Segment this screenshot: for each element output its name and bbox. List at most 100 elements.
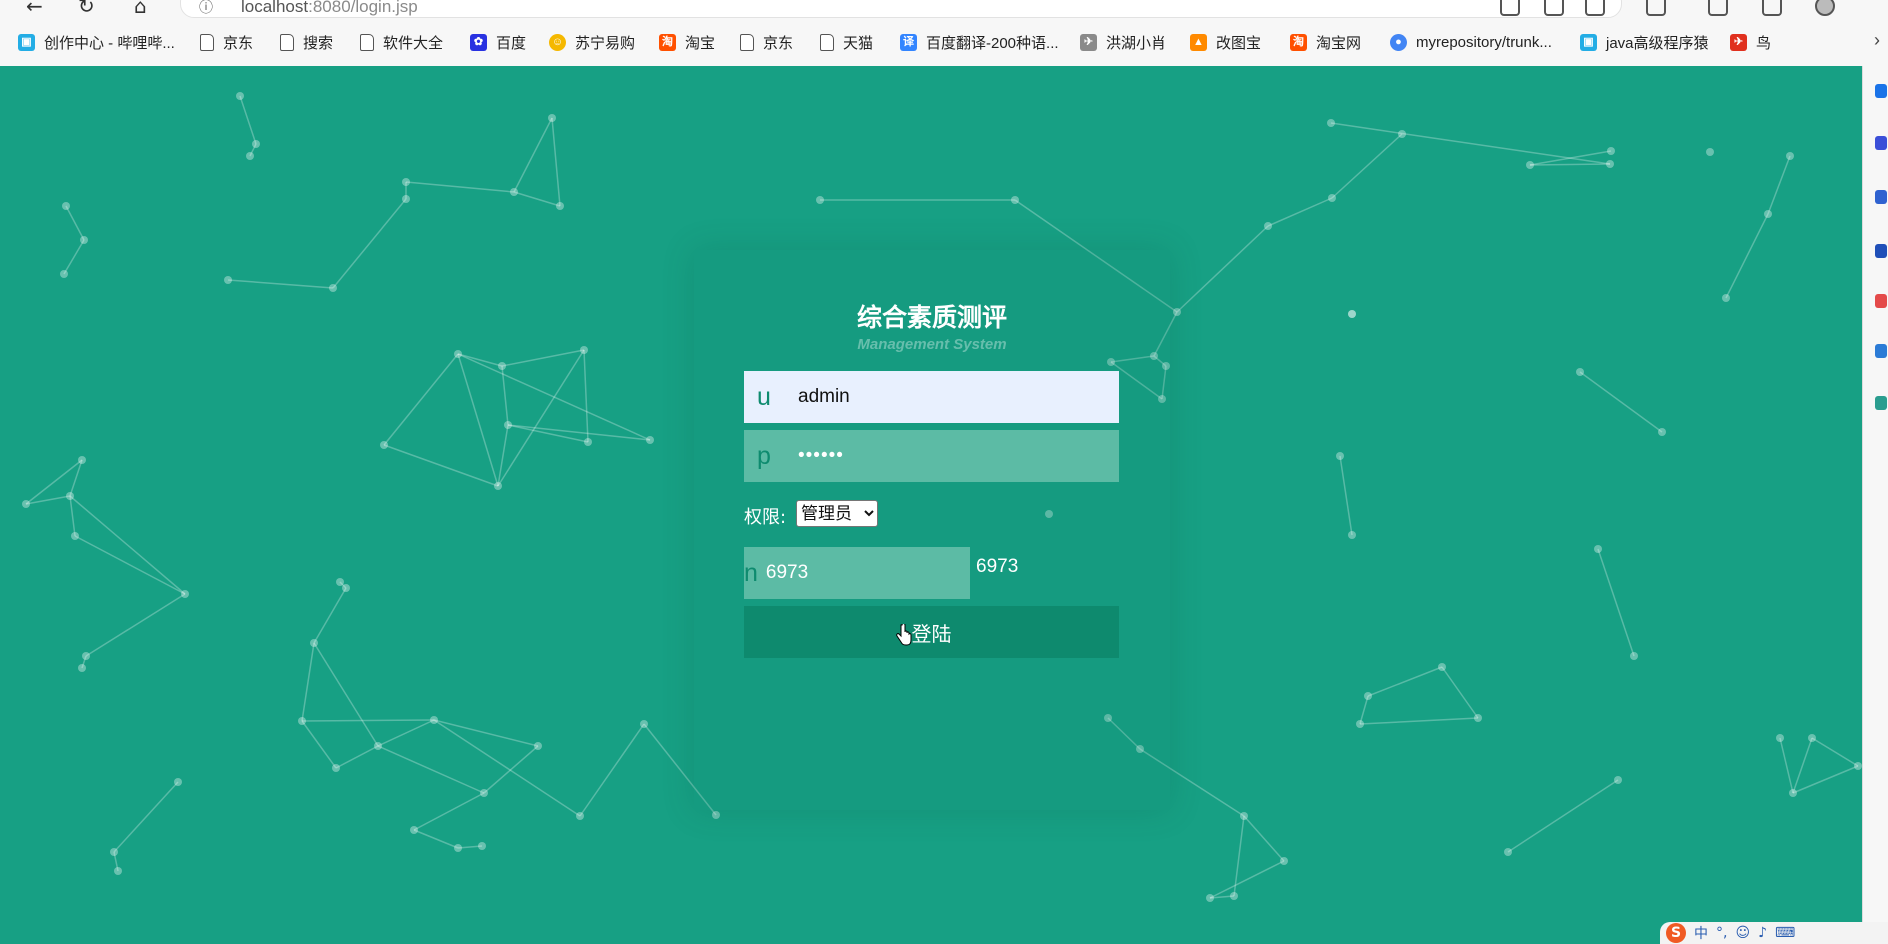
ime-emoji-icon[interactable]: ☺ (1735, 925, 1750, 941)
profile-avatar[interactable] (1815, 0, 1835, 16)
bookmark-suning[interactable]: ☺ 苏宁易购 (549, 32, 635, 52)
address-bar[interactable]: ⓘ localhost:8080/login.jsp (180, 0, 1622, 18)
site-info-icon[interactable]: ⓘ (199, 0, 213, 17)
network-link (313, 587, 347, 644)
network-node (1328, 194, 1336, 202)
bookmark-myrepository[interactable]: ● myrepository/trunk... (1390, 32, 1552, 52)
network-node (22, 500, 30, 508)
captcha-code[interactable]: 6973 (976, 556, 1018, 578)
network-node (1173, 308, 1181, 316)
login-button[interactable]: 登陆 (744, 606, 1119, 658)
extensions-icon[interactable] (1646, 0, 1666, 16)
network-link (433, 719, 581, 817)
network-link (1339, 455, 1353, 536)
network-node (1474, 714, 1482, 722)
network-node (66, 492, 74, 500)
bookmark-baidu[interactable]: ✿ 百度 (470, 32, 526, 52)
collections-icon[interactable] (1762, 0, 1782, 16)
sidebar-app-icon[interactable] (1875, 244, 1887, 258)
network-link (583, 349, 589, 443)
bookmark-bird[interactable]: ✈ 鸟 (1730, 32, 1771, 52)
network-node (1808, 734, 1816, 742)
network-node (1786, 152, 1794, 160)
network-node (1438, 663, 1446, 671)
username-input[interactable] (784, 370, 1119, 424)
bookmark-honghu[interactable]: ✈ 洪湖小肖 (1080, 32, 1166, 52)
read-aloud-icon[interactable] (1544, 0, 1564, 16)
network-link (1243, 815, 1285, 862)
network-link (85, 593, 186, 657)
bookmark-tmall[interactable]: 天猫 (820, 32, 873, 52)
role-select[interactable]: 管理员 (796, 500, 878, 527)
bookmark-search[interactable]: 搜索 (280, 32, 333, 52)
network-node (454, 350, 462, 358)
network-link (1792, 737, 1813, 794)
network-node (548, 114, 556, 122)
sidebar-app-icon[interactable] (1875, 136, 1887, 150)
back-icon[interactable]: ← (26, 0, 43, 18)
network-link (1507, 779, 1619, 853)
hand-cursor-icon (896, 624, 912, 646)
network-node (1764, 210, 1772, 218)
more-bookmarks-icon[interactable]: › (1874, 30, 1880, 51)
sogou-icon[interactable]: S (1666, 923, 1686, 943)
bookmark-jd-2[interactable]: 京东 (740, 32, 793, 52)
network-link (239, 95, 257, 145)
bookmark-bilibili[interactable]: ▣ 创作中心 - 哔哩哔... (18, 32, 175, 52)
add-favorite-icon[interactable] (1585, 0, 1605, 16)
gaitubao-icon: ▲ (1190, 33, 1207, 51)
taobao-icon: 淘 (1290, 33, 1307, 51)
captcha-input[interactable] (757, 546, 1013, 600)
network-node (534, 742, 542, 750)
network-link (1359, 717, 1479, 725)
network-node (1364, 692, 1372, 700)
bookmark-taobao-net[interactable]: 淘淘宝网 (1290, 32, 1361, 52)
ime-punct-icon[interactable]: °, (1716, 925, 1727, 941)
network-link (1767, 155, 1791, 215)
bookmark-java[interactable]: ▣ java高级程序猿 (1580, 32, 1709, 52)
refresh-icon[interactable]: ↻ (78, 0, 95, 18)
login-panel (694, 250, 1170, 810)
bookmark-jd[interactable]: 京东 (200, 32, 253, 52)
bookmark-baidu-translate[interactable]: 译百度翻译-200种语... (900, 32, 1059, 52)
search-icon[interactable] (1875, 84, 1887, 98)
sidebar-app-icon[interactable] (1875, 190, 1887, 204)
network-link (377, 745, 485, 794)
ime-mode-icon[interactable]: 中 (1694, 923, 1708, 943)
bookmark-gaitubao[interactable]: ▲ 改图宝 (1190, 32, 1261, 52)
network-node (1348, 531, 1356, 539)
network-link (65, 205, 85, 241)
baidu-paw-icon: ✿ (470, 33, 487, 51)
login-page: 综合素质测评 Management System u p 权限: 管理员 n 6… (0, 66, 1862, 944)
taobao-icon: 淘 (659, 33, 676, 51)
favorites-icon[interactable] (1708, 0, 1728, 16)
ime-keyboard-icon[interactable]: ⌨ (1775, 925, 1795, 941)
network-node (504, 421, 512, 429)
network-link (1529, 163, 1611, 166)
ime-voice-icon[interactable]: ♪ (1758, 925, 1767, 941)
network-link (1367, 666, 1443, 697)
key-icon[interactable] (1500, 0, 1520, 16)
network-node (430, 716, 438, 724)
network-node (1336, 452, 1344, 460)
network-node (498, 362, 506, 370)
username-prefix-icon: u (757, 382, 771, 411)
network-node (580, 346, 588, 354)
network-node (1327, 119, 1335, 127)
password-field: p (744, 429, 1119, 483)
sidebar-app-icon[interactable] (1875, 294, 1887, 308)
browser-toolbar: ← ↻ ⌂ ⓘ localhost:8080/login.jsp (0, 0, 1888, 18)
network-node (712, 811, 720, 819)
role-label: 权限: (744, 507, 787, 528)
outlook-icon[interactable] (1875, 344, 1887, 358)
bookmark-software[interactable]: 软件大全 (360, 32, 443, 52)
sidebar-app-icon[interactable] (1875, 396, 1887, 410)
password-input[interactable] (784, 429, 1119, 483)
network-node (1630, 652, 1638, 660)
bookmarks-bar: ▣ 创作中心 - 哔哩哔... 京东 搜索 软件大全 ✿ 百度 ☺ 苏宁易购 淘淘宝 … (0, 18, 1888, 67)
network-link (1267, 197, 1333, 227)
network-link (413, 792, 485, 831)
bookmark-taobao[interactable]: 淘淘宝 (659, 32, 715, 52)
network-link (69, 495, 76, 537)
home-icon[interactable]: ⌂ (134, 0, 147, 18)
